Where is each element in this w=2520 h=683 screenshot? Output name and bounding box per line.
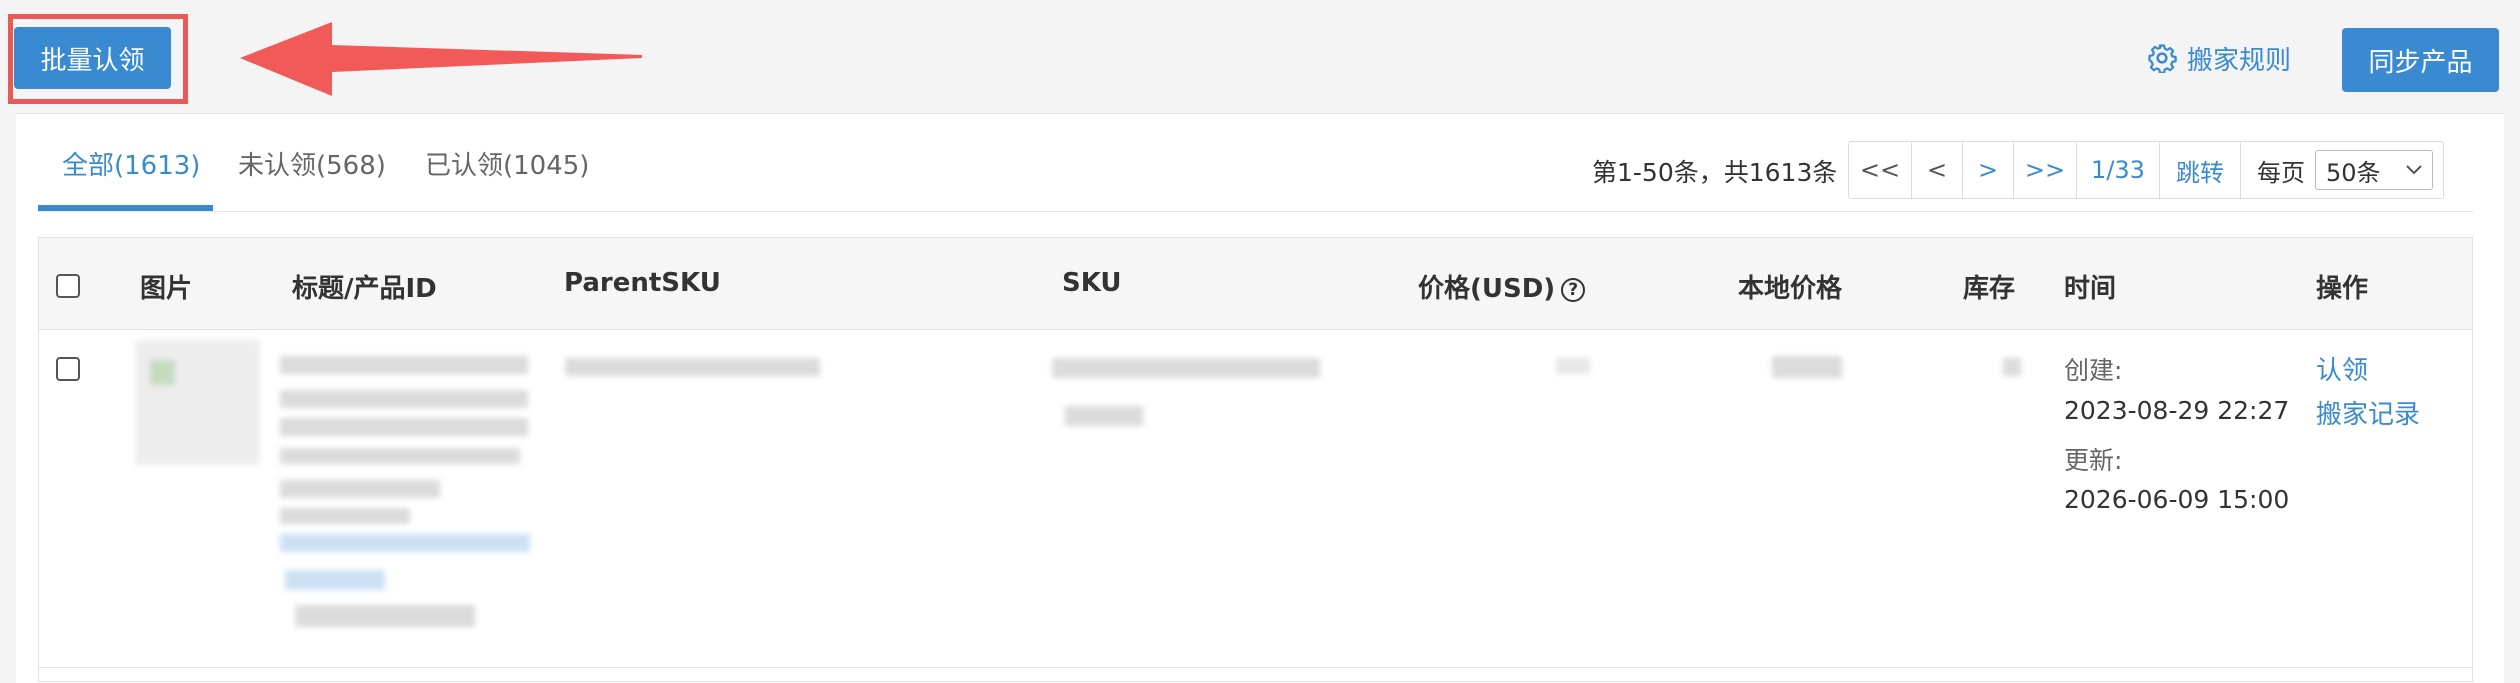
sku-value [1052, 358, 1320, 378]
tab-divider [38, 211, 2473, 212]
jump-button[interactable]: 跳转 [2160, 142, 2241, 198]
col-title: 标题/产品ID [292, 274, 437, 304]
col-time: 时间 [2064, 274, 2117, 304]
red-arrow-annotation [240, 22, 642, 96]
updated-label: 更新: [2064, 446, 2123, 475]
price-value [1556, 358, 1590, 374]
row-divider [39, 667, 2472, 668]
parent-sku-value [565, 358, 820, 376]
updated-time: 2026-06-09 15:00 [2064, 485, 2290, 514]
product-title-line [280, 508, 410, 524]
col-sku: SKU [1062, 268, 1122, 298]
prev-page-button[interactable]: < [1912, 142, 1963, 198]
per-page-label: 每页 [2257, 158, 2305, 187]
product-title-line [280, 448, 520, 464]
per-page-value: 50条 [2326, 158, 2381, 187]
col-actions: 操作 [2316, 274, 2369, 304]
next-page-button[interactable]: > [1963, 142, 2014, 198]
per-page-select[interactable]: 50条 [2315, 150, 2433, 190]
migration-history-link[interactable]: 搬家记录 [2316, 394, 2420, 431]
col-price: 价格(USD)? [1418, 268, 1586, 305]
col-stock: 库存 [1963, 274, 2016, 304]
product-title-line [295, 605, 475, 627]
migration-rules-link[interactable]: 搬家规则 [2147, 38, 2291, 78]
tab-unclaimed[interactable]: 未认领(568) [238, 145, 386, 182]
product-id-link[interactable] [285, 570, 385, 590]
col-local-price: 本地价格 [1738, 274, 1843, 304]
per-page-select-wrapper: 50条 [2315, 142, 2443, 198]
product-title-line [280, 418, 528, 436]
col-image: 图片 [140, 274, 193, 304]
product-thumbnail-detail [150, 360, 175, 385]
product-title-line [280, 390, 528, 408]
col-price-label: 价格(USD) [1418, 274, 1556, 304]
created-time: 2023-08-29 22:27 [2064, 396, 2290, 425]
first-page-button[interactable]: << [1849, 142, 1912, 198]
row-checkbox[interactable] [56, 357, 80, 381]
product-title-line [280, 356, 528, 374]
product-title-line [280, 480, 440, 498]
help-icon[interactable]: ? [1561, 277, 1586, 302]
pagination: << < > >> 1/33 跳转 每页 50条 [1848, 141, 2444, 199]
sku-value [1065, 406, 1143, 426]
record-range: 第1-50条，共1613条 [1592, 158, 1838, 187]
product-id-link[interactable] [280, 534, 530, 552]
created-label: 创建: [2064, 356, 2123, 385]
sync-products-button[interactable]: 同步产品 [2342, 28, 2499, 92]
local-price-value [1772, 356, 1842, 378]
batch-claim-button[interactable]: 批量认领 [14, 27, 171, 89]
tab-all[interactable]: 全部(1613) [62, 145, 200, 182]
select-all-checkbox[interactable] [56, 274, 80, 298]
stock-value [2003, 358, 2021, 376]
col-parent-sku: ParentSKU [564, 268, 721, 298]
chevron-down-icon [2406, 165, 2422, 175]
last-page-button[interactable]: >> [2014, 142, 2077, 198]
product-thumbnail [135, 340, 260, 465]
claim-link[interactable]: 认领 [2316, 350, 2368, 387]
tab-claimed[interactable]: 已认领(1045) [425, 145, 589, 182]
gear-icon [2148, 44, 2177, 73]
migration-rules-label: 搬家规则 [2187, 45, 2292, 76]
page-indicator[interactable]: 1/33 [2077, 142, 2160, 198]
